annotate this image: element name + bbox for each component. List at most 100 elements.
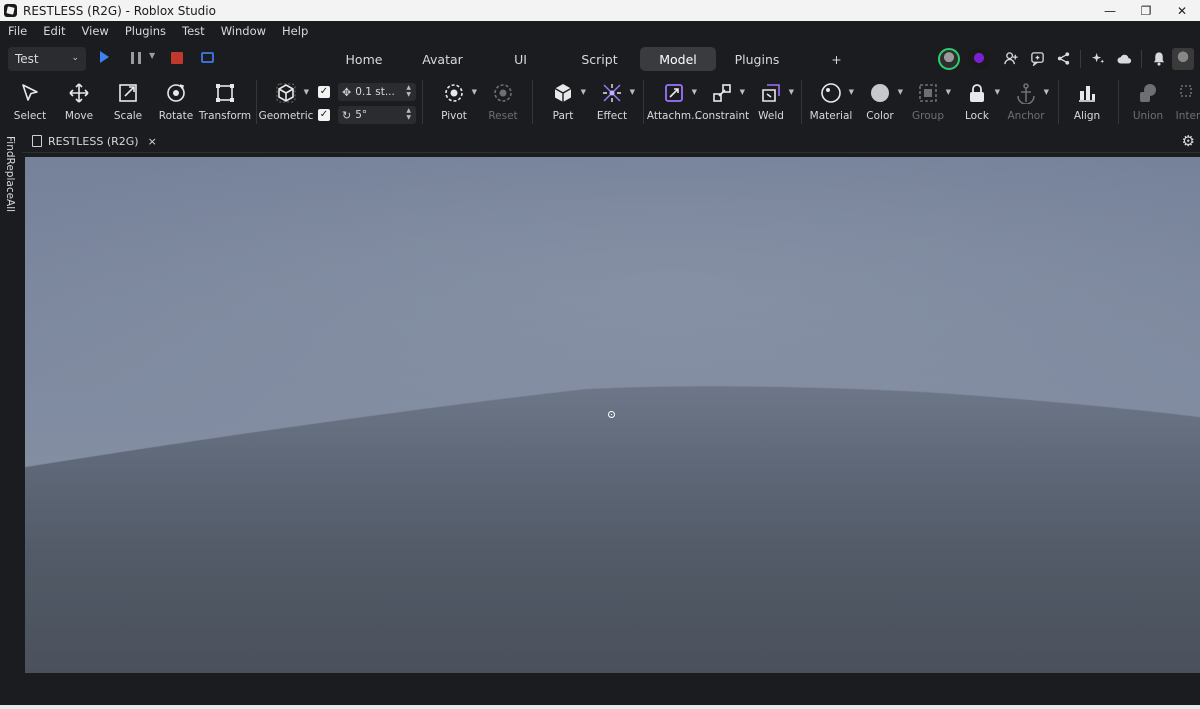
- effect-tool[interactable]: ▼ Effect: [594, 76, 635, 128]
- weld-tool[interactable]: ▼ Weld: [753, 76, 794, 128]
- chevron-down-icon[interactable]: ▼: [789, 88, 794, 96]
- chevron-down-icon[interactable]: ▼: [946, 88, 951, 96]
- tab-plugins[interactable]: Plugins: [716, 47, 798, 71]
- chevron-down-icon[interactable]: ▼: [472, 88, 477, 96]
- align-tool[interactable]: Align: [1069, 76, 1105, 128]
- gear-icon[interactable]: ⚙: [1182, 132, 1195, 150]
- chat-icon[interactable]: [1024, 48, 1050, 70]
- rotate-icon: ↻: [342, 108, 352, 122]
- menu-window[interactable]: Window: [213, 24, 274, 38]
- close-icon[interactable]: ✕: [1164, 0, 1200, 21]
- divider: [1141, 49, 1142, 68]
- attachment-tool[interactable]: ▼ Attachm...: [647, 76, 701, 128]
- anchor-tool[interactable]: ▼ Anchor: [1008, 76, 1049, 128]
- reset-pivot-tool[interactable]: Reset: [485, 76, 521, 128]
- effect-sparkle-icon: [603, 84, 621, 102]
- move-snap-checkbox[interactable]: ✓: [318, 86, 330, 98]
- move-snap-input[interactable]: ✥ 0.1 st... ▲ ▼: [338, 83, 416, 101]
- 3d-viewport[interactable]: [25, 157, 1200, 673]
- user-avatar[interactable]: [1172, 47, 1194, 70]
- color-tool[interactable]: ▼ Color: [862, 76, 903, 128]
- pivot-tool[interactable]: ▼ Pivot: [436, 76, 477, 128]
- mode-dropdown[interactable]: Test ⌄: [8, 47, 86, 71]
- collaborator-avatar[interactable]: [968, 47, 990, 70]
- lock-tool[interactable]: ▼ Lock: [959, 76, 1000, 128]
- chevron-down-icon[interactable]: ▼: [898, 88, 903, 96]
- transform-tool[interactable]: Transform: [199, 76, 251, 128]
- rotate-snap-input[interactable]: ↻ 5° ▲ ▼: [338, 106, 416, 124]
- scale-tool[interactable]: Scale: [110, 76, 146, 128]
- constraint-tool[interactable]: ▼ Constraint: [695, 76, 749, 128]
- reset-label: Reset: [488, 110, 518, 122]
- part-tool[interactable]: ▼ Part: [545, 76, 586, 128]
- play-icon[interactable]: [100, 51, 109, 63]
- tab-model[interactable]: Model: [640, 47, 716, 71]
- move-label: Move: [64, 110, 94, 122]
- menu-edit[interactable]: Edit: [35, 24, 73, 38]
- title-bar: RESTLESS (R2G) - Roblox Studio — ❐ ✕: [0, 0, 1200, 21]
- rotate-snap-checkbox[interactable]: ✓: [318, 109, 330, 121]
- minimize-icon[interactable]: —: [1092, 0, 1128, 21]
- spinner-icon[interactable]: ▲ ▼: [406, 84, 411, 98]
- pivot-label: Pivot: [441, 110, 467, 122]
- chevron-down-icon[interactable]: ▼: [149, 51, 155, 60]
- add-collaborator-icon[interactable]: [998, 48, 1024, 70]
- share-icon[interactable]: [1050, 48, 1076, 70]
- select-tool[interactable]: Select: [12, 76, 48, 128]
- ribbon-toolbar: Select Move Scale Rotate Transform ▼ Geo…: [0, 76, 1200, 128]
- chevron-down-icon[interactable]: ▼: [581, 88, 586, 96]
- menu-plugins[interactable]: Plugins: [117, 24, 174, 38]
- tab-script[interactable]: Script: [559, 47, 640, 71]
- group-tool[interactable]: ▼ Group: [910, 76, 951, 128]
- rotate-snap-value: 5°: [355, 109, 368, 121]
- spinner-icon[interactable]: ▲ ▼: [406, 107, 411, 121]
- menu-test[interactable]: Test: [174, 24, 213, 38]
- menu-bar: File Edit View Plugins Test Window Help: [0, 21, 1200, 41]
- close-icon[interactable]: ×: [148, 135, 157, 148]
- cloud-icon[interactable]: [1111, 48, 1137, 70]
- menu-file[interactable]: File: [0, 24, 35, 38]
- doc-tab-restless[interactable]: RESTLESS (R2G) ×: [32, 131, 157, 151]
- geometric-cube-icon: [276, 83, 296, 103]
- intersect-icon: [1180, 85, 1192, 97]
- tab-avatar[interactable]: Avatar: [403, 47, 482, 71]
- rotate-tool[interactable]: Rotate: [158, 76, 194, 128]
- restore-icon[interactable]: ❐: [1128, 0, 1164, 21]
- chevron-down-icon[interactable]: ▼: [849, 88, 854, 96]
- chevron-down-icon[interactable]: ▼: [1044, 88, 1049, 96]
- chevron-down-icon[interactable]: ▼: [995, 88, 1000, 96]
- material-tool[interactable]: ▼ Material: [810, 76, 854, 128]
- divider: [1058, 80, 1059, 124]
- collaborator-avatar[interactable]: [938, 47, 960, 70]
- chevron-down-icon[interactable]: ▼: [630, 88, 635, 96]
- menu-view[interactable]: View: [74, 24, 117, 38]
- tab-ui[interactable]: UI: [482, 47, 559, 71]
- stop-icon[interactable]: [171, 52, 183, 64]
- tab-home[interactable]: Home: [325, 47, 403, 71]
- device-emulator-icon[interactable]: [201, 52, 214, 63]
- chevron-down-icon: ⌄: [71, 53, 79, 63]
- assistant-sparkle-icon[interactable]: [1085, 48, 1111, 70]
- pivot-icon: [445, 84, 463, 102]
- menu-help[interactable]: Help: [274, 24, 316, 38]
- find-replace-all-tab[interactable]: FindReplaceAll: [4, 136, 16, 212]
- geometric-tool[interactable]: ▼ Geometric: [259, 76, 313, 128]
- material-label: Material: [809, 110, 853, 122]
- side-panel-strip: FindReplaceAll: [0, 128, 22, 673]
- document-tabs: RESTLESS (R2G) × ⚙: [22, 128, 1200, 153]
- camera-focus-crosshair: [608, 411, 615, 418]
- move-tool[interactable]: Move: [61, 76, 97, 128]
- divider: [801, 80, 802, 124]
- divider: [532, 80, 533, 124]
- tab-add[interactable]: +: [798, 47, 875, 71]
- notification-bell-icon[interactable]: [1146, 48, 1172, 70]
- ribbon-tabs: Home Avatar UI Script Model Plugins +: [325, 47, 875, 71]
- union-tool[interactable]: Union: [1130, 76, 1166, 128]
- chevron-down-icon[interactable]: ▼: [692, 88, 697, 96]
- chevron-down-icon[interactable]: ▼: [304, 88, 309, 96]
- effect-label: Effect: [596, 110, 628, 122]
- intersect-tool[interactable]: Inter: [1176, 76, 1200, 128]
- pause-icon[interactable]: [131, 52, 141, 64]
- part-cube-icon: [554, 84, 572, 102]
- chevron-down-icon[interactable]: ▼: [740, 88, 745, 96]
